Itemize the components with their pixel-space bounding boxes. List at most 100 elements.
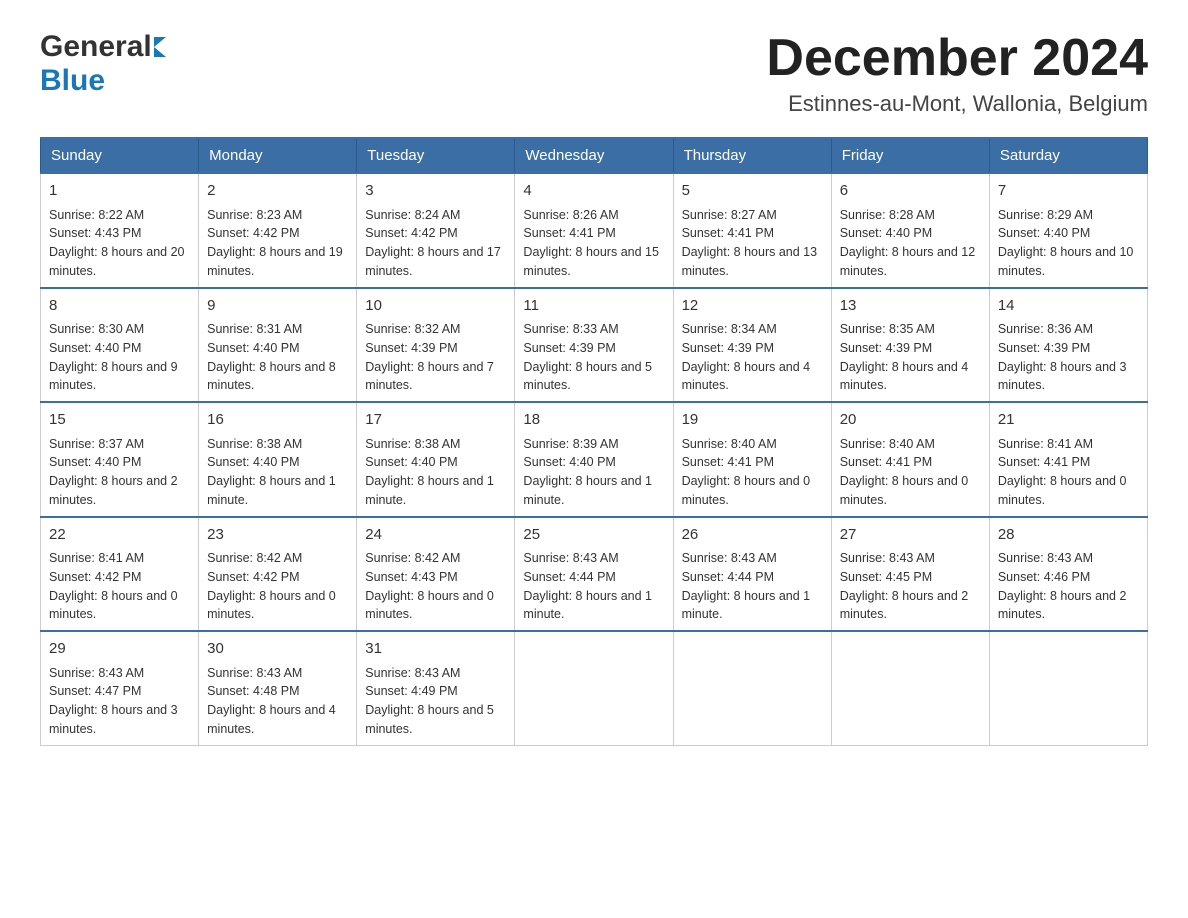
day-info: Sunrise: 8:35 AMSunset: 4:39 PMDaylight:…: [840, 322, 969, 392]
day-info: Sunrise: 8:43 AMSunset: 4:47 PMDaylight:…: [49, 666, 178, 736]
calendar-header-wednesday: Wednesday: [515, 138, 673, 173]
calendar-cell: [831, 631, 989, 745]
subtitle: Estinnes-au-Mont, Wallonia, Belgium: [766, 91, 1148, 117]
day-number: 12: [682, 295, 823, 318]
day-info: Sunrise: 8:36 AMSunset: 4:39 PMDaylight:…: [998, 322, 1127, 392]
calendar-cell: 6 Sunrise: 8:28 AMSunset: 4:40 PMDayligh…: [831, 173, 989, 288]
day-number: 9: [207, 295, 348, 318]
calendar-cell: 24 Sunrise: 8:42 AMSunset: 4:43 PMDaylig…: [357, 517, 515, 632]
calendar-cell: [515, 631, 673, 745]
header: General Blue December 2024 Estinnes-au-M…: [40, 30, 1148, 117]
calendar-header-friday: Friday: [831, 138, 989, 173]
calendar-week-row: 8 Sunrise: 8:30 AMSunset: 4:40 PMDayligh…: [41, 288, 1148, 403]
day-number: 3: [365, 180, 506, 203]
calendar-cell: 10 Sunrise: 8:32 AMSunset: 4:39 PMDaylig…: [357, 288, 515, 403]
day-info: Sunrise: 8:33 AMSunset: 4:39 PMDaylight:…: [523, 322, 652, 392]
day-info: Sunrise: 8:43 AMSunset: 4:45 PMDaylight:…: [840, 551, 969, 621]
logo-triangle-icon: [154, 37, 166, 57]
calendar-header-thursday: Thursday: [673, 138, 831, 173]
calendar-header-tuesday: Tuesday: [357, 138, 515, 173]
day-number: 29: [49, 638, 190, 661]
calendar-cell: 27 Sunrise: 8:43 AMSunset: 4:45 PMDaylig…: [831, 517, 989, 632]
calendar-cell: 12 Sunrise: 8:34 AMSunset: 4:39 PMDaylig…: [673, 288, 831, 403]
calendar-cell: [989, 631, 1147, 745]
calendar-cell: 1 Sunrise: 8:22 AMSunset: 4:43 PMDayligh…: [41, 173, 199, 288]
day-number: 8: [49, 295, 190, 318]
calendar-cell: 2 Sunrise: 8:23 AMSunset: 4:42 PMDayligh…: [199, 173, 357, 288]
calendar-header-saturday: Saturday: [989, 138, 1147, 173]
day-number: 27: [840, 524, 981, 547]
calendar-cell: 26 Sunrise: 8:43 AMSunset: 4:44 PMDaylig…: [673, 517, 831, 632]
calendar-cell: 23 Sunrise: 8:42 AMSunset: 4:42 PMDaylig…: [199, 517, 357, 632]
day-number: 17: [365, 409, 506, 432]
day-number: 19: [682, 409, 823, 432]
day-info: Sunrise: 8:38 AMSunset: 4:40 PMDaylight:…: [207, 437, 336, 507]
calendar-header-monday: Monday: [199, 138, 357, 173]
calendar-cell: 21 Sunrise: 8:41 AMSunset: 4:41 PMDaylig…: [989, 402, 1147, 517]
day-number: 10: [365, 295, 506, 318]
day-number: 22: [49, 524, 190, 547]
day-info: Sunrise: 8:42 AMSunset: 4:43 PMDaylight:…: [365, 551, 494, 621]
calendar-cell: 15 Sunrise: 8:37 AMSunset: 4:40 PMDaylig…: [41, 402, 199, 517]
calendar-cell: 8 Sunrise: 8:30 AMSunset: 4:40 PMDayligh…: [41, 288, 199, 403]
logo-general-text: General: [40, 30, 152, 64]
calendar-cell: 14 Sunrise: 8:36 AMSunset: 4:39 PMDaylig…: [989, 288, 1147, 403]
calendar-week-row: 29 Sunrise: 8:43 AMSunset: 4:47 PMDaylig…: [41, 631, 1148, 745]
day-info: Sunrise: 8:27 AMSunset: 4:41 PMDaylight:…: [682, 208, 818, 278]
day-number: 14: [998, 295, 1139, 318]
day-number: 1: [49, 180, 190, 203]
logo-blue-text: Blue: [40, 64, 166, 98]
calendar-cell: 31 Sunrise: 8:43 AMSunset: 4:49 PMDaylig…: [357, 631, 515, 745]
logo: General Blue: [40, 30, 166, 98]
day-info: Sunrise: 8:34 AMSunset: 4:39 PMDaylight:…: [682, 322, 811, 392]
day-info: Sunrise: 8:30 AMSunset: 4:40 PMDaylight:…: [49, 322, 178, 392]
day-number: 6: [840, 180, 981, 203]
day-number: 23: [207, 524, 348, 547]
day-info: Sunrise: 8:26 AMSunset: 4:41 PMDaylight:…: [523, 208, 659, 278]
day-info: Sunrise: 8:41 AMSunset: 4:42 PMDaylight:…: [49, 551, 178, 621]
calendar-cell: 29 Sunrise: 8:43 AMSunset: 4:47 PMDaylig…: [41, 631, 199, 745]
calendar-cell: 22 Sunrise: 8:41 AMSunset: 4:42 PMDaylig…: [41, 517, 199, 632]
day-number: 28: [998, 524, 1139, 547]
day-info: Sunrise: 8:43 AMSunset: 4:49 PMDaylight:…: [365, 666, 494, 736]
day-info: Sunrise: 8:28 AMSunset: 4:40 PMDaylight:…: [840, 208, 976, 278]
calendar-cell: 18 Sunrise: 8:39 AMSunset: 4:40 PMDaylig…: [515, 402, 673, 517]
calendar-cell: 16 Sunrise: 8:38 AMSunset: 4:40 PMDaylig…: [199, 402, 357, 517]
calendar-cell: [673, 631, 831, 745]
day-info: Sunrise: 8:40 AMSunset: 4:41 PMDaylight:…: [840, 437, 969, 507]
calendar-header-row: SundayMondayTuesdayWednesdayThursdayFrid…: [41, 138, 1148, 173]
calendar-cell: 20 Sunrise: 8:40 AMSunset: 4:41 PMDaylig…: [831, 402, 989, 517]
day-number: 2: [207, 180, 348, 203]
day-number: 15: [49, 409, 190, 432]
calendar-cell: 11 Sunrise: 8:33 AMSunset: 4:39 PMDaylig…: [515, 288, 673, 403]
calendar-cell: 17 Sunrise: 8:38 AMSunset: 4:40 PMDaylig…: [357, 402, 515, 517]
calendar-header-sunday: Sunday: [41, 138, 199, 173]
day-info: Sunrise: 8:41 AMSunset: 4:41 PMDaylight:…: [998, 437, 1127, 507]
day-number: 7: [998, 180, 1139, 203]
day-info: Sunrise: 8:29 AMSunset: 4:40 PMDaylight:…: [998, 208, 1134, 278]
day-number: 13: [840, 295, 981, 318]
day-info: Sunrise: 8:40 AMSunset: 4:41 PMDaylight:…: [682, 437, 811, 507]
day-info: Sunrise: 8:37 AMSunset: 4:40 PMDaylight:…: [49, 437, 178, 507]
day-info: Sunrise: 8:38 AMSunset: 4:40 PMDaylight:…: [365, 437, 494, 507]
calendar-cell: 3 Sunrise: 8:24 AMSunset: 4:42 PMDayligh…: [357, 173, 515, 288]
day-number: 30: [207, 638, 348, 661]
calendar-cell: 4 Sunrise: 8:26 AMSunset: 4:41 PMDayligh…: [515, 173, 673, 288]
day-info: Sunrise: 8:23 AMSunset: 4:42 PMDaylight:…: [207, 208, 343, 278]
day-info: Sunrise: 8:43 AMSunset: 4:48 PMDaylight:…: [207, 666, 336, 736]
calendar-cell: 28 Sunrise: 8:43 AMSunset: 4:46 PMDaylig…: [989, 517, 1147, 632]
calendar-cell: 9 Sunrise: 8:31 AMSunset: 4:40 PMDayligh…: [199, 288, 357, 403]
day-number: 25: [523, 524, 664, 547]
title-area: December 2024 Estinnes-au-Mont, Wallonia…: [766, 30, 1148, 117]
main-title: December 2024: [766, 30, 1148, 87]
day-info: Sunrise: 8:43 AMSunset: 4:44 PMDaylight:…: [682, 551, 811, 621]
day-number: 16: [207, 409, 348, 432]
day-info: Sunrise: 8:24 AMSunset: 4:42 PMDaylight:…: [365, 208, 501, 278]
day-info: Sunrise: 8:39 AMSunset: 4:40 PMDaylight:…: [523, 437, 652, 507]
calendar-cell: 19 Sunrise: 8:40 AMSunset: 4:41 PMDaylig…: [673, 402, 831, 517]
day-number: 4: [523, 180, 664, 203]
day-info: Sunrise: 8:42 AMSunset: 4:42 PMDaylight:…: [207, 551, 336, 621]
calendar-cell: 30 Sunrise: 8:43 AMSunset: 4:48 PMDaylig…: [199, 631, 357, 745]
calendar-table: SundayMondayTuesdayWednesdayThursdayFrid…: [40, 137, 1148, 746]
day-number: 26: [682, 524, 823, 547]
